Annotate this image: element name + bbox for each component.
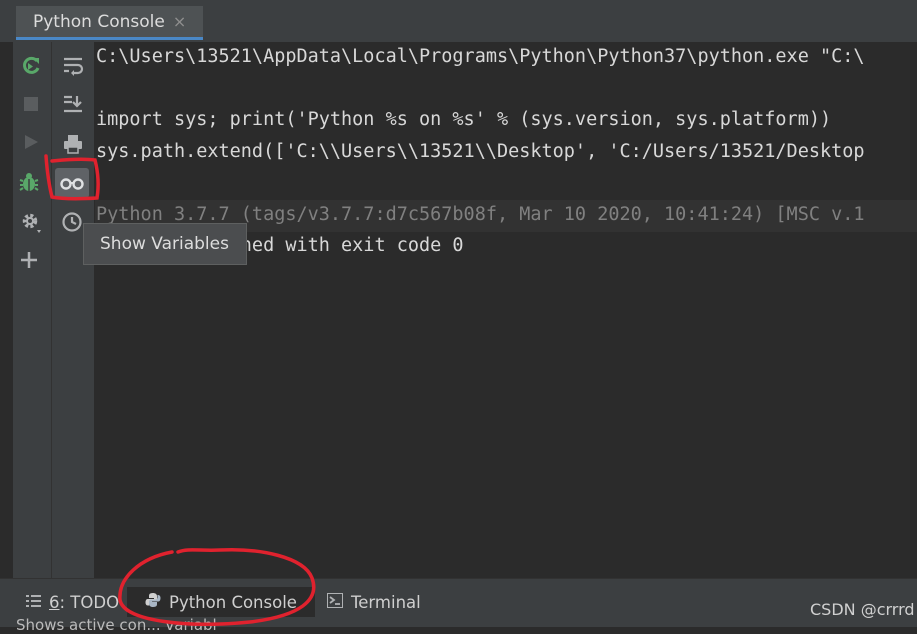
annotation-marks [44, 154, 316, 626]
annotation-ellipse-python-console-tab [118, 547, 316, 626]
annotation-box-show-variables [44, 154, 100, 201]
